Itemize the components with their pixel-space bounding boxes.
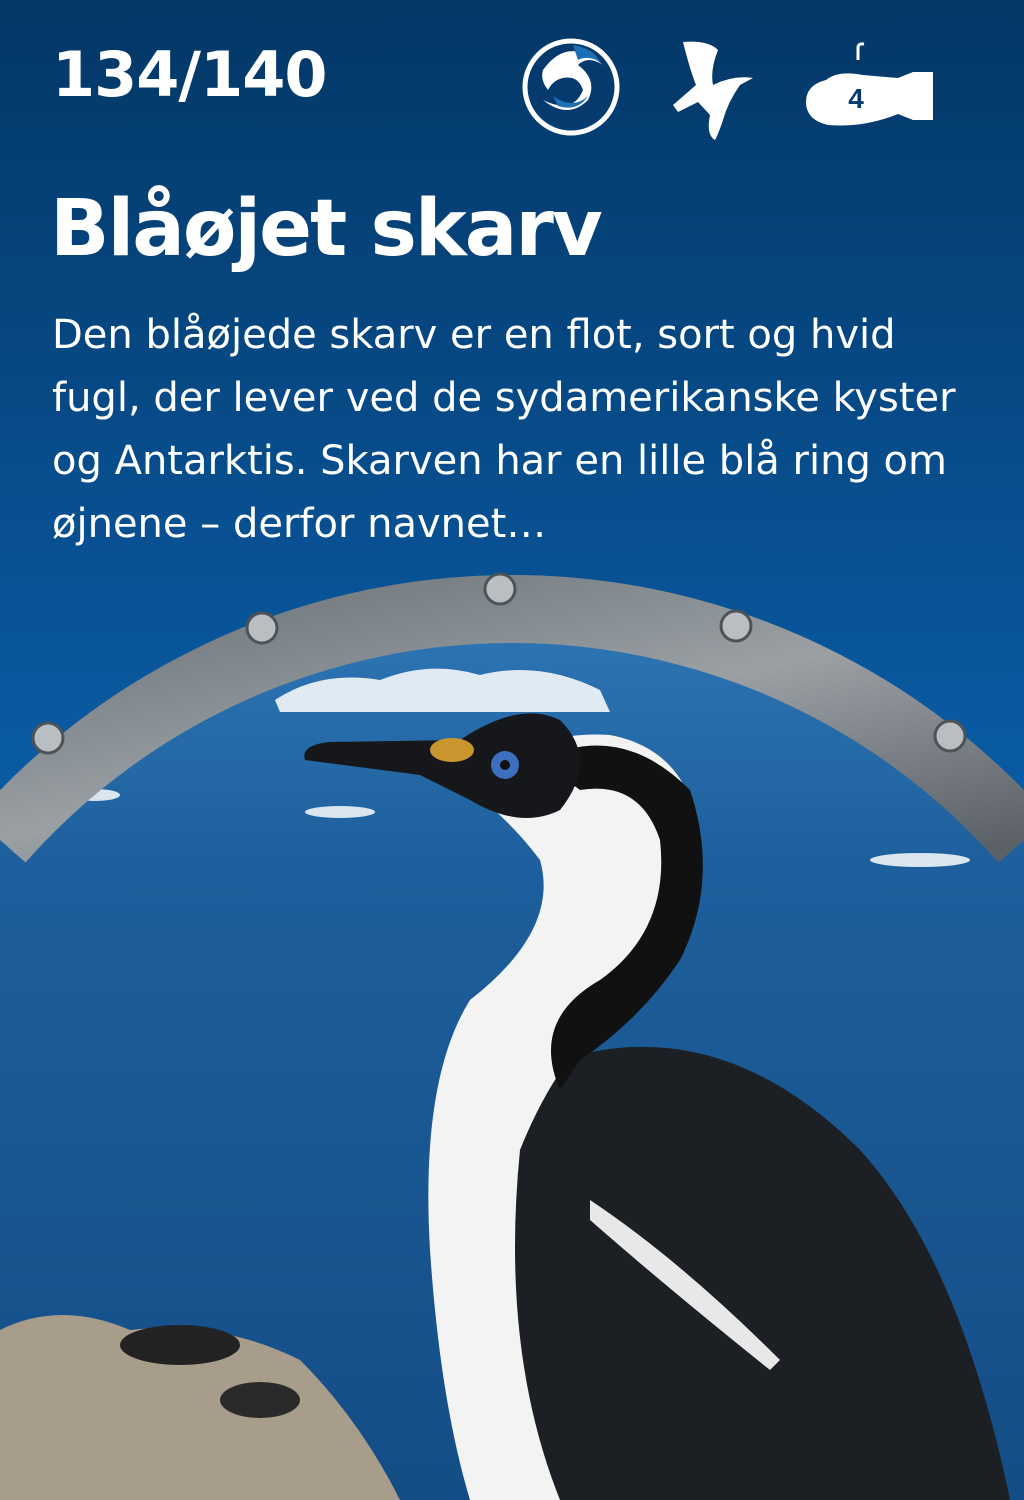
category-icons: 4 [522,38,933,140]
submarine-icon: 4 [806,42,933,126]
ocean-wave-icon [522,38,620,136]
card-counter: 134/140 [52,38,327,111]
flying-bird-icon [673,41,753,140]
submarine-depth-value: 4 [848,83,864,114]
card-title: Blåøjet skarv [50,184,603,274]
card-description: Den blåøjede skarv er en flot, sort og h… [52,312,956,547]
